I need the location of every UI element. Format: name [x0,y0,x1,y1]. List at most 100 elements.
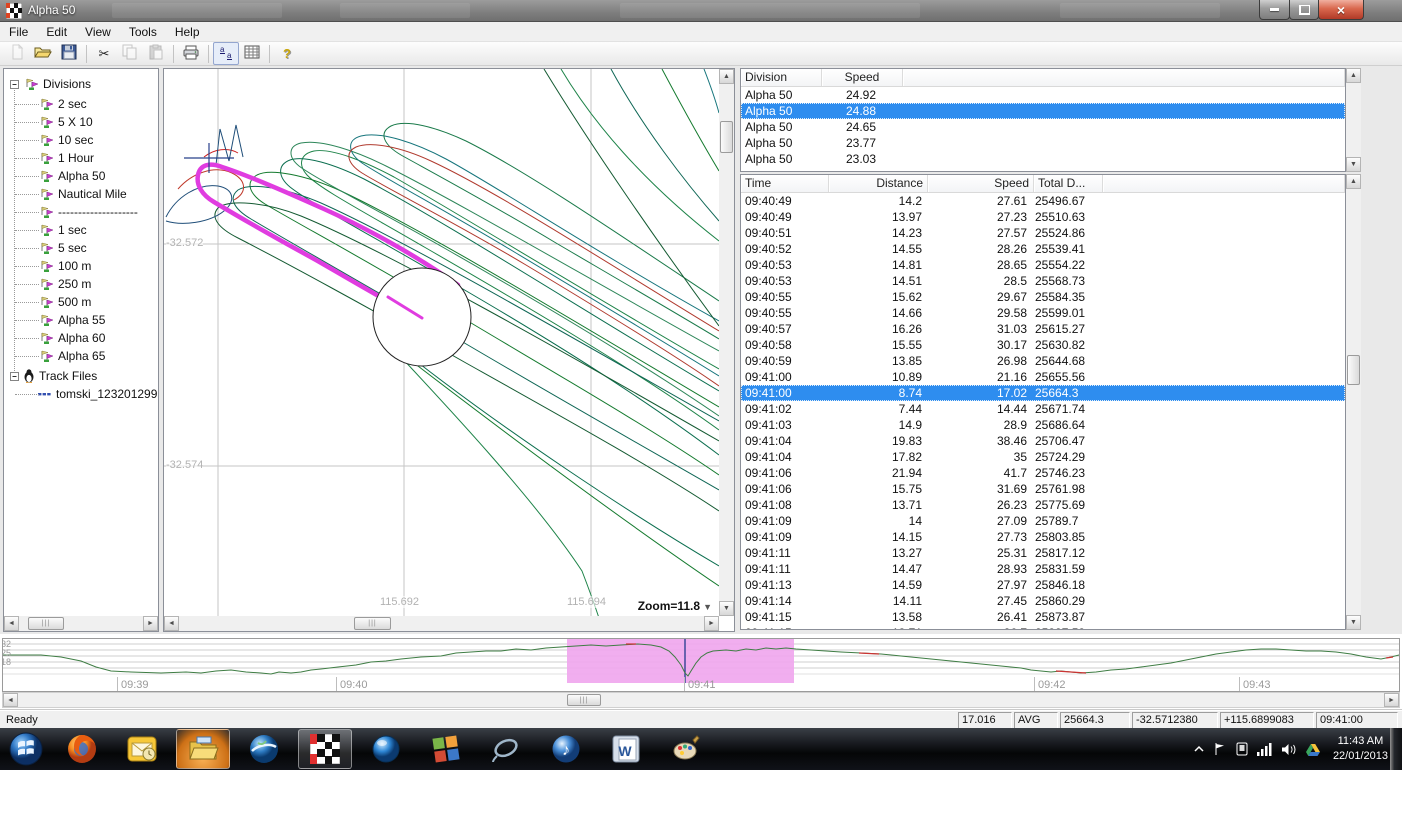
tray-flag-icon[interactable] [1213,742,1227,756]
open-button[interactable] [30,42,56,65]
track-point-row[interactable]: 09:40:5716.2631.0325615.27 [741,321,1345,337]
menu-file[interactable]: File [0,23,37,41]
scroll-left-arrow[interactable]: ◄ [3,693,18,707]
tree-item-divisions-root[interactable]: Divisions [10,75,91,93]
tree-horizontal-scrollbar[interactable]: ◄ ► ||| [4,616,158,631]
overlay-button[interactable]: aa [213,42,239,65]
close-button[interactable]: × [1318,0,1364,20]
tree-item-alpha-50[interactable]: Alpha 50 [38,167,105,185]
column-header-time[interactable]: Time [741,175,829,192]
track-point-row[interactable]: 09:40:5214.5528.2625539.41 [741,241,1345,257]
scroll-right-arrow[interactable]: ► [1384,693,1399,707]
column-header-total-d[interactable]: Total D... [1034,175,1103,192]
scroll-thumb[interactable]: ||| [567,694,601,706]
tree-item-100-m[interactable]: 100 m [38,257,91,275]
start-button[interactable] [4,730,48,768]
tree-item-alpha-60[interactable]: Alpha 60 [38,329,105,347]
track-point-row[interactable]: 09:41:091427.0925789.7 [741,513,1345,529]
menu-tools[interactable]: Tools [120,23,166,41]
tray-volume-icon[interactable] [1281,743,1297,756]
expand-collapse-box[interactable] [10,372,19,381]
track-point-row[interactable]: 09:40:5815.5530.1725630.82 [741,337,1345,353]
track-point-row[interactable]: 09:40:4913.9727.2325510.63 [741,209,1345,225]
taskbar-app-google-earth[interactable] [238,730,290,768]
track-point-row[interactable]: 09:40:5114.2327.5725524.86 [741,225,1345,241]
scroll-down-arrow[interactable]: ▼ [1346,157,1361,172]
division-row-selected[interactable]: Alpha 5024.88 [741,103,1345,119]
column-header-distance[interactable]: Distance [829,175,928,192]
column-header-speed[interactable]: Speed [822,69,903,86]
tree-item-500-m[interactable]: 500 m [38,293,91,311]
taskbar-app-avg[interactable] [420,730,472,768]
zoom-level-control[interactable]: Zoom=11.8▼ [638,599,712,613]
tray-drive-icon[interactable] [1306,743,1320,756]
tree-item-5-sec[interactable]: 5 sec [38,239,87,257]
scroll-down-arrow[interactable]: ▼ [1346,615,1361,630]
tree-item-track-files[interactable]: Track Files [10,367,97,385]
map-vertical-scrollbar[interactable]: ▲ ▼ [719,69,734,616]
scroll-thumb[interactable] [720,121,733,153]
track-point-row[interactable]: 09:41:0621.9441.725746.23 [741,465,1345,481]
track-point-row[interactable]: 09:40:5314.8128.6525554.22 [741,257,1345,273]
tree-item-alpha-65[interactable]: Alpha 65 [38,347,105,365]
scroll-up-arrow[interactable]: ▲ [1346,68,1361,83]
track-point-row[interactable]: 09:40:5314.5128.525568.73 [741,273,1345,289]
track-point-row[interactable]: 09:41:1114.4728.9325831.59 [741,561,1345,577]
scroll-down-arrow[interactable]: ▼ [719,601,734,616]
taskbar-app-swirl[interactable] [480,730,532,768]
track-point-row[interactable]: 09:41:1414.1127.4525860.29 [741,593,1345,609]
scroll-up-arrow[interactable]: ▲ [719,69,734,84]
map-panel[interactable]: -32.572-32.574115.692115.694 Zoom=11.8▼ … [163,68,735,632]
scroll-right-arrow[interactable]: ► [143,616,158,631]
column-header-division[interactable]: Division [741,69,822,86]
track-point-row[interactable]: 09:40:5515.6229.6725584.35 [741,289,1345,305]
track-point-row[interactable]: 09:41:0615.7531.6925761.98 [741,481,1345,497]
taskbar-app-alpha50[interactable] [298,729,352,769]
track-point-row[interactable]: 09:41:1513.7126.725887.58 [741,625,1345,630]
menu-edit[interactable]: Edit [37,23,76,41]
map-horizontal-scrollbar[interactable]: ◄ ► ||| [164,616,719,631]
scroll-thumb[interactable]: ||| [354,617,391,630]
save-button[interactable] [56,42,82,65]
restore-button[interactable] [1289,0,1319,20]
minimize-button[interactable] [1259,0,1290,20]
expand-collapse-box[interactable] [10,80,19,89]
division-row[interactable]: Alpha 5024.92 [741,87,1345,103]
track-point-row[interactable]: 09:41:1113.2725.3125817.12 [741,545,1345,561]
tree-item-alpha-55[interactable]: Alpha 55 [38,311,105,329]
tree-item-2-sec[interactable]: 2 sec [38,95,87,113]
menu-view[interactable]: View [76,23,120,41]
tray-tray-expand-icon[interactable] [1194,745,1204,753]
division-row[interactable]: Alpha 5023.03 [741,151,1345,167]
tree-item-250-m[interactable]: 250 m [38,275,91,293]
track-point-row[interactable]: 09:41:0314.928.925686.64 [741,417,1345,433]
track-point-row[interactable]: 09:40:5514.6629.5825599.01 [741,305,1345,321]
track-point-row-selected[interactable]: 09:41:008.7417.0225664.3 [741,385,1345,401]
track-point-row[interactable]: 09:40:4914.227.6125496.67 [741,193,1345,209]
column-header-speed[interactable]: Speed [928,175,1034,192]
track-point-row[interactable]: 09:41:0417.823525724.29 [741,449,1345,465]
scroll-up-arrow[interactable]: ▲ [1346,174,1361,189]
track-point-row[interactable]: 09:41:027.4414.4425671.74 [741,401,1345,417]
taskbar-app-itunes[interactable]: ♪ [540,730,592,768]
scroll-left-arrow[interactable]: ◄ [4,616,19,631]
tree-item-5-x-10[interactable]: 5 X 10 [38,113,93,131]
track-point-row[interactable]: 09:40:5913.8526.9825644.68 [741,353,1345,369]
scroll-right-arrow[interactable]: ► [704,616,719,631]
track-point-row[interactable]: 09:41:0010.8921.1625655.56 [741,369,1345,385]
cut-button[interactable]: ✂ [91,42,117,65]
taskbar-app-paint[interactable] [660,730,712,768]
taskbar-app-firefox[interactable] [56,730,108,768]
track-point-row[interactable]: 09:41:1513.5826.4125873.87 [741,609,1345,625]
grid-button[interactable] [239,42,265,65]
taskbar-clock[interactable]: 11:43 AM22/01/2013 [1333,734,1388,764]
help-button[interactable]: ? [274,42,300,65]
tree-item-10-sec[interactable]: 10 sec [38,131,93,149]
taskbar-app-mail[interactable] [116,730,168,768]
scroll-thumb[interactable] [1347,355,1360,385]
show-desktop-button[interactable] [1390,728,1402,770]
tray-device-icon[interactable] [1236,742,1248,756]
taskbar-app-word[interactable]: W [600,730,652,768]
track-point-row[interactable]: 09:41:0813.7126.2325775.69 [741,497,1345,513]
print-button[interactable] [178,42,204,65]
